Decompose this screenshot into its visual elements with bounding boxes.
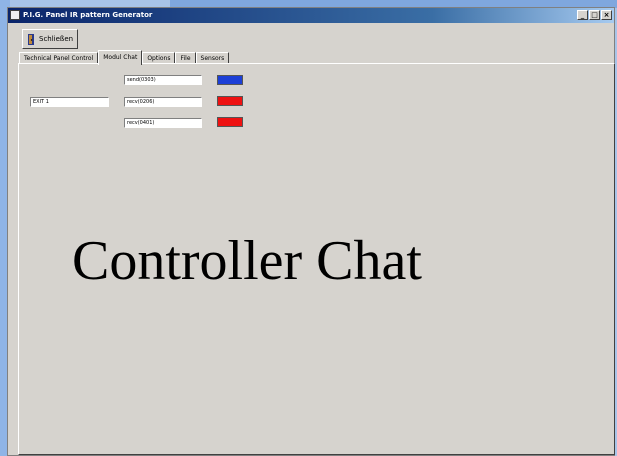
close-button[interactable]: × (601, 10, 612, 20)
window-controls: _ □ × (577, 10, 612, 20)
minimize-button[interactable]: _ (577, 10, 588, 20)
chat-line-1-indicator (217, 75, 243, 85)
tab-modul-chat[interactable]: Modul Chat (98, 50, 143, 65)
chat-line-2-indicator (217, 96, 243, 106)
door-exit-icon (28, 33, 34, 45)
message-input[interactable]: EXIT 1 (30, 97, 109, 107)
app-icon (10, 10, 20, 20)
caption-overlay: Controller Chat (72, 230, 422, 292)
quit-button-label: Schließen (39, 35, 74, 43)
tab-bar: Technical Panel Control Modul Chat Optio… (19, 50, 230, 65)
chat-line-3-field[interactable]: recv(0401) (124, 118, 202, 128)
quit-button[interactable]: Schließen (22, 29, 78, 49)
chat-line-3-indicator (217, 117, 243, 127)
chat-line-2-field[interactable]: recv(0206) (124, 97, 202, 107)
maximize-button[interactable]: □ (589, 10, 600, 20)
window-title: P.I.G. Panel IR pattern Generator (23, 11, 153, 19)
chat-line-1-field[interactable]: send(0303) (124, 75, 202, 85)
title-bar[interactable]: P.I.G. Panel IR pattern Generator _ □ × (8, 8, 614, 23)
